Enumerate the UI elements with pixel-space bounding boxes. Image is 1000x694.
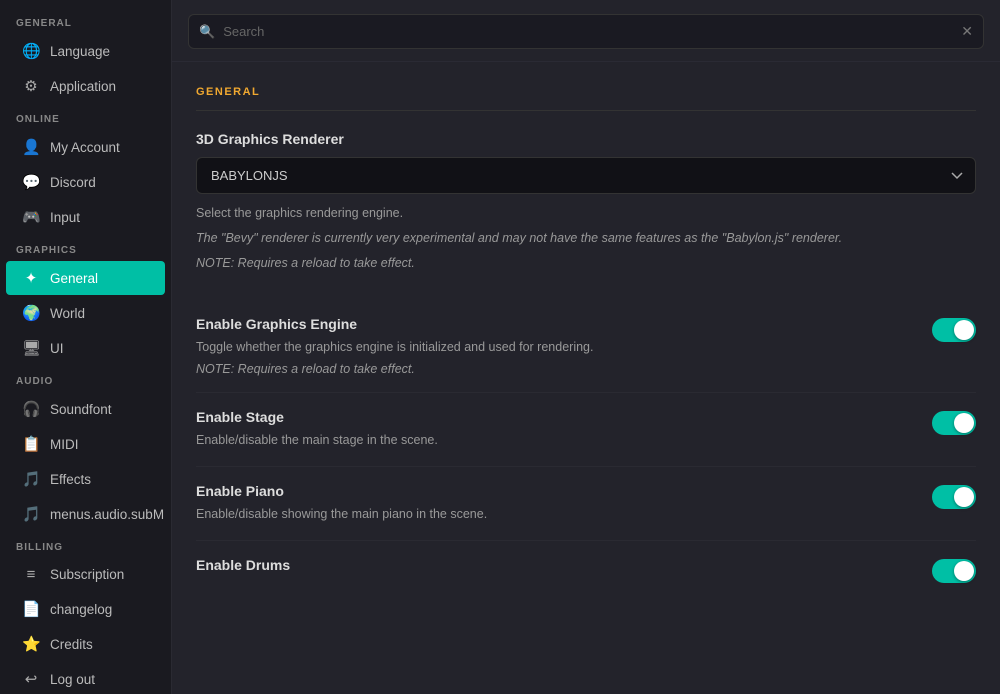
toggle-row-enable-graphics-engine: Enable Graphics Engine Toggle whether the…	[196, 300, 976, 393]
sidebar-item-language[interactable]: 🌐 Language	[6, 34, 165, 68]
toggle-track-enable-drums[interactable]	[932, 559, 976, 583]
general-icon: ✦	[22, 269, 40, 287]
sidebar-item-label-menus-audio: menus.audio.subM	[50, 507, 164, 522]
toggle-row-enable-stage: Enable Stage Enable/disable the main stag…	[196, 393, 976, 467]
sidebar-item-my-account[interactable]: 👤 My Account	[6, 130, 165, 164]
content-area: GENERAL 3D Graphics Renderer BABYLONJSBE…	[172, 62, 1000, 623]
search-icon: 🔍	[199, 24, 215, 40]
sidebar-item-label-ui: UI	[50, 341, 64, 356]
sidebar-item-ui[interactable]: 🖥 UI	[6, 331, 165, 365]
sidebar-item-credits[interactable]: ⭐ Credits	[6, 627, 165, 661]
sidebar-item-soundfont[interactable]: 🎧 Soundfont	[6, 392, 165, 426]
sidebar-item-label-language: Language	[50, 44, 110, 59]
toggle-thumb-enable-stage	[954, 413, 974, 433]
sidebar-section-label: BILLING	[0, 532, 171, 557]
ui-icon: 🖥	[22, 339, 40, 357]
section-divider	[196, 110, 976, 111]
sidebar-item-menus-audio[interactable]: 🎵 menus.audio.subM	[6, 497, 165, 531]
sidebar-section-label: GENERAL	[0, 8, 171, 33]
sidebar-item-label-changelog: changelog	[50, 602, 112, 617]
toggle-track-enable-graphics-engine[interactable]	[932, 318, 976, 342]
toggle-info-enable-stage: Enable Stage Enable/disable the main stag…	[196, 409, 932, 450]
sidebar-item-label-discord: Discord	[50, 175, 96, 190]
input-icon: 🎮	[22, 208, 40, 226]
renderer-note2: NOTE: Requires a reload to take effect.	[196, 254, 976, 273]
menus-audio-icon: 🎵	[22, 505, 40, 523]
log-out-icon: ↩	[22, 670, 40, 688]
world-icon: 🌍	[22, 304, 40, 322]
sidebar-item-label-effects: Effects	[50, 472, 91, 487]
subscription-icon: ≡	[22, 566, 40, 583]
toggle-track-enable-stage[interactable]	[932, 411, 976, 435]
sidebar-item-label-world: World	[50, 306, 85, 321]
toggle-switch-enable-graphics-engine[interactable]	[932, 318, 976, 342]
sidebar-item-label-credits: Credits	[50, 637, 93, 652]
toggle-title-enable-piano: Enable Piano	[196, 483, 912, 499]
toggle-desc-enable-stage: Enable/disable the main stage in the sce…	[196, 431, 912, 450]
sidebar-item-label-soundfont: Soundfont	[50, 402, 112, 417]
sidebar-section-label: GRAPHICS	[0, 235, 171, 260]
renderer-select[interactable]: BABYLONJSBEVY	[196, 157, 976, 194]
main-panel: 🔍 ✕ GENERAL 3D Graphics Renderer BABYLON…	[172, 0, 1000, 694]
search-wrapper: 🔍 ✕	[188, 14, 984, 49]
toggle-title-enable-stage: Enable Stage	[196, 409, 912, 425]
toggle-note-enable-graphics-engine: NOTE: Requires a reload to take effect.	[196, 362, 912, 376]
sidebar-item-input[interactable]: 🎮 Input	[6, 200, 165, 234]
sidebar-item-discord[interactable]: 💬 Discord	[6, 165, 165, 199]
renderer-group: 3D Graphics Renderer BABYLONJSBEVY Selec…	[196, 131, 976, 272]
toggles-container: Enable Graphics Engine Toggle whether the…	[196, 300, 976, 598]
toggle-switch-enable-piano[interactable]	[932, 485, 976, 509]
toggle-desc-enable-piano: Enable/disable showing the main piano in…	[196, 505, 912, 524]
sidebar-item-midi[interactable]: 📋 MIDI	[6, 427, 165, 461]
toggle-track-enable-piano[interactable]	[932, 485, 976, 509]
sidebar-item-general[interactable]: ✦ General	[6, 261, 165, 295]
midi-icon: 📋	[22, 435, 40, 453]
sidebar-item-label-input: Input	[50, 210, 80, 225]
changelog-icon: 📄	[22, 600, 40, 618]
sidebar-item-label-log-out: Log out	[50, 672, 95, 687]
sidebar-item-world[interactable]: 🌍 World	[6, 296, 165, 330]
sidebar-item-log-out[interactable]: ↩ Log out	[6, 662, 165, 694]
toggle-info-enable-piano: Enable Piano Enable/disable showing the m…	[196, 483, 932, 524]
sidebar: GENERAL 🌐 Language ⚙ Application ONLINE 👤 My Ac…	[0, 0, 172, 694]
toggle-row-enable-piano: Enable Piano Enable/disable showing the m…	[196, 467, 976, 541]
sidebar-item-subscription[interactable]: ≡ Subscription	[6, 558, 165, 591]
sidebar-item-effects[interactable]: 🎵 Effects	[6, 462, 165, 496]
renderer-label: 3D Graphics Renderer	[196, 131, 976, 147]
sidebar-section-label: ONLINE	[0, 104, 171, 129]
toggle-thumb-enable-graphics-engine	[954, 320, 974, 340]
language-icon: 🌐	[22, 42, 40, 60]
toggle-info-enable-drums: Enable Drums	[196, 557, 932, 579]
toggle-row-enable-drums: Enable Drums	[196, 541, 976, 599]
discord-icon: 💬	[22, 173, 40, 191]
sidebar-section-label: AUDIO	[0, 366, 171, 391]
credits-icon: ⭐	[22, 635, 40, 653]
sidebar-item-label-application: Application	[50, 79, 116, 94]
toggle-switch-enable-drums[interactable]	[932, 559, 976, 583]
toggle-title-enable-drums: Enable Drums	[196, 557, 912, 573]
application-icon: ⚙	[22, 77, 40, 95]
toggle-title-enable-graphics-engine: Enable Graphics Engine	[196, 316, 912, 332]
my-account-icon: 👤	[22, 138, 40, 156]
close-icon[interactable]: ✕	[961, 23, 973, 40]
sidebar-item-label-my-account: My Account	[50, 140, 120, 155]
toggle-switch-enable-stage[interactable]	[932, 411, 976, 435]
renderer-note1: The "Bevy" renderer is currently very ex…	[196, 229, 976, 248]
toggle-desc-enable-graphics-engine: Toggle whether the graphics engine is in…	[196, 338, 912, 357]
toggle-thumb-enable-piano	[954, 487, 974, 507]
section-title: GENERAL	[196, 86, 976, 98]
toggle-info-enable-graphics-engine: Enable Graphics Engine Toggle whether the…	[196, 316, 932, 376]
sidebar-item-label-midi: MIDI	[50, 437, 79, 452]
search-input[interactable]	[223, 15, 953, 48]
sidebar-item-label-subscription: Subscription	[50, 567, 124, 582]
soundfont-icon: 🎧	[22, 400, 40, 418]
renderer-description: Select the graphics rendering engine.	[196, 204, 976, 223]
sidebar-item-changelog[interactable]: 📄 changelog	[6, 592, 165, 626]
effects-icon: 🎵	[22, 470, 40, 488]
sidebar-item-application[interactable]: ⚙ Application	[6, 69, 165, 103]
toggle-thumb-enable-drums	[954, 561, 974, 581]
sidebar-item-label-general: General	[50, 271, 98, 286]
search-bar: 🔍 ✕	[172, 0, 1000, 62]
